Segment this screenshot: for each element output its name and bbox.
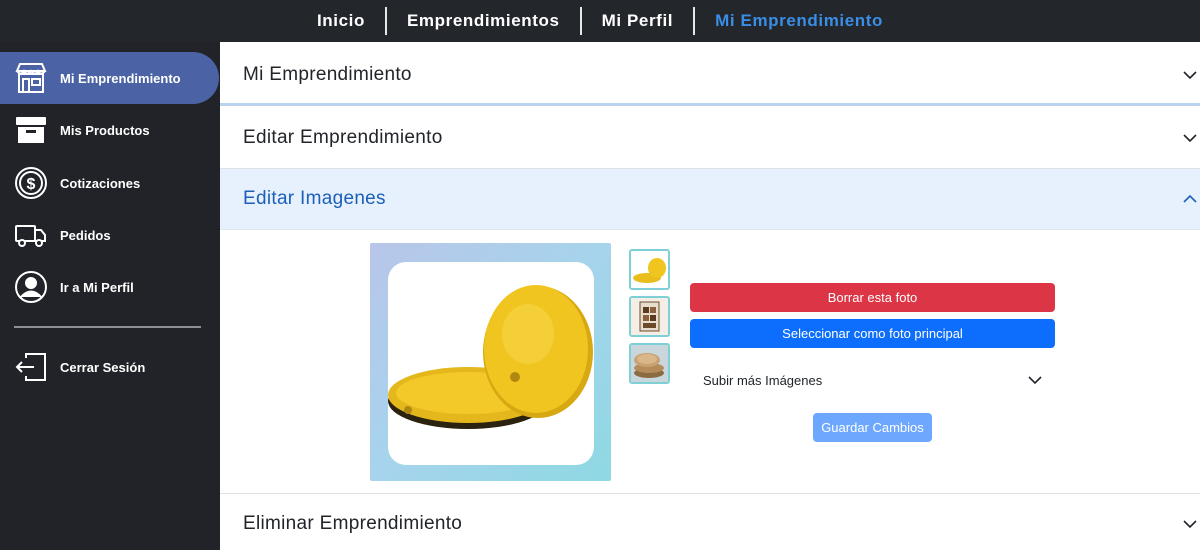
main-content: Mi Emprendimiento Editar Emprendimiento … <box>220 42 1200 550</box>
accordion-title: Editar Emprendimiento <box>243 127 443 148</box>
user-circle-icon <box>13 269 49 305</box>
nav-link-mi-perfil[interactable]: Mi Perfil <box>582 0 694 42</box>
delete-photo-button[interactable]: Borrar esta foto <box>690 283 1055 312</box>
sidebar-item-label: Pedidos <box>60 227 111 243</box>
upload-images-label: Subir más Imágenes <box>703 372 823 388</box>
sidebar: Mi Emprendimiento Mis Productos $ Cotiza… <box>0 42 220 550</box>
chevron-up-icon <box>1183 194 1197 203</box>
nav-link-inicio[interactable]: Inicio <box>297 0 385 42</box>
store-icon <box>13 60 49 96</box>
thumbnail-2[interactable] <box>629 296 670 337</box>
sidebar-item-ir-a-mi-perfil[interactable]: Ir a Mi Perfil <box>0 261 220 313</box>
main-photo <box>370 243 611 481</box>
sidebar-item-label: Ir a Mi Perfil <box>60 279 134 295</box>
truck-icon <box>13 217 49 253</box>
main-photo-image <box>388 262 594 465</box>
chevron-down-icon <box>1028 376 1042 385</box>
accordion-header-editar-emprendimiento[interactable]: Editar Emprendimiento <box>220 108 1200 169</box>
save-changes-button[interactable]: Guardar Cambios <box>813 413 932 442</box>
archive-box-icon <box>13 112 49 148</box>
sidebar-item-label: Cotizaciones <box>60 175 141 191</box>
accordion-title: Mi Emprendimiento <box>243 63 412 85</box>
accordion-header-eliminar-emprendimiento[interactable]: Eliminar Emprendimiento <box>220 493 1200 550</box>
chevron-down-icon <box>1183 519 1197 528</box>
sidebar-item-mi-emprendimiento[interactable]: Mi Emprendimiento <box>0 52 219 104</box>
accordion-title: Editar Imagenes <box>243 188 386 209</box>
sidebar-item-label: Cerrar Sesión <box>60 359 146 375</box>
chevron-down-icon <box>1183 134 1197 143</box>
top-nav: Inicio Emprendimientos Mi Perfil Mi Empr… <box>297 0 903 42</box>
sidebar-divider <box>14 326 201 328</box>
top-navbar: Inicio Emprendimientos Mi Perfil Mi Empr… <box>0 0 1200 42</box>
sidebar-item-cerrar-sesion[interactable]: Cerrar Sesión <box>0 341 220 393</box>
sidebar-item-label: Mi Emprendimiento <box>60 70 181 86</box>
nav-link-emprendimientos[interactable]: Emprendimientos <box>387 0 580 42</box>
dollar-coin-icon: $ <box>13 165 49 201</box>
set-main-photo-button[interactable]: Seleccionar como foto principal <box>690 319 1055 348</box>
upload-images-toggle[interactable]: Subir más Imágenes <box>690 365 1055 395</box>
sidebar-item-label: Mis Productos <box>60 122 150 138</box>
accordion-title: Eliminar Emprendimiento <box>243 512 463 534</box>
accordion-header-mi-emprendimiento[interactable]: Mi Emprendimiento <box>220 46 1200 106</box>
nav-link-mi-emprendimiento[interactable]: Mi Emprendimiento <box>695 0 903 42</box>
thumbnail-1[interactable] <box>629 249 670 290</box>
sidebar-item-pedidos[interactable]: Pedidos <box>0 209 220 261</box>
accordion-header-editar-imagenes[interactable]: Editar Imagenes <box>220 169 1200 230</box>
sidebar-item-cotizaciones[interactable]: $ Cotizaciones <box>0 157 220 209</box>
chevron-down-icon <box>1183 70 1197 79</box>
svg-text:$: $ <box>27 176 36 193</box>
thumbnail-3[interactable] <box>629 343 670 384</box>
sidebar-item-mis-productos[interactable]: Mis Productos <box>0 104 220 156</box>
logout-icon <box>13 349 49 385</box>
